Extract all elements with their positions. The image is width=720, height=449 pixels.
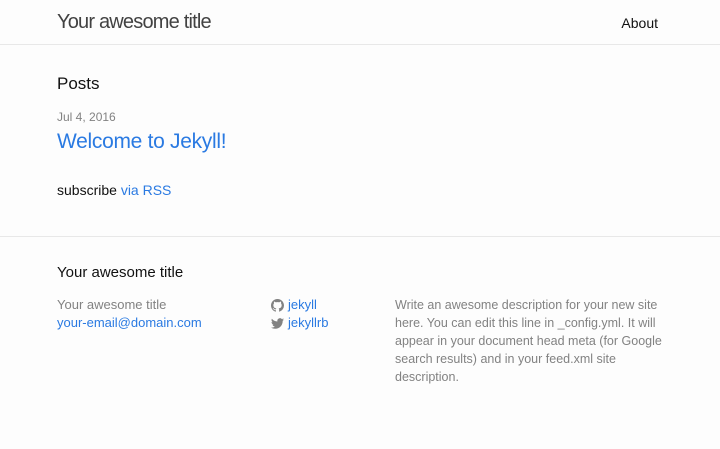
twitter-link[interactable]: jekyllrb bbox=[288, 314, 328, 332]
footer-heading: Your awesome title bbox=[57, 264, 184, 281]
rss-subscribe: subscribe via RSS bbox=[57, 181, 171, 199]
social-item-github[interactable]: jekyll bbox=[271, 296, 381, 314]
footer-social-column: jekyll jekyllrb bbox=[271, 296, 381, 332]
post-date: Jul 4, 2016 bbox=[57, 110, 116, 124]
footer-email-link[interactable]: your-email@domain.com bbox=[57, 315, 202, 330]
nav-link-about[interactable]: About bbox=[621, 14, 658, 32]
rss-link[interactable]: via RSS bbox=[121, 182, 172, 198]
post-title-link[interactable]: Welcome to Jekyll! bbox=[57, 128, 227, 156]
footer-description-column: Write an awesome description for your ne… bbox=[395, 296, 665, 386]
site-header: Your awesome title About bbox=[0, 0, 720, 45]
site-title-link[interactable]: Your awesome title bbox=[57, 9, 212, 35]
page-content: Posts Jul 4, 2016 Welcome to Jekyll! sub… bbox=[0, 45, 720, 236]
subscribe-text: subscribe bbox=[57, 182, 117, 198]
twitter-icon bbox=[271, 317, 284, 329]
social-item-twitter[interactable]: jekyllrb bbox=[271, 314, 381, 332]
site-description: Write an awesome description for your ne… bbox=[395, 298, 662, 384]
github-link[interactable]: jekyll bbox=[288, 296, 317, 314]
footer-contact-column: Your awesome title your-email@domain.com bbox=[57, 296, 257, 332]
page-heading: Posts bbox=[57, 74, 100, 93]
github-icon bbox=[271, 298, 284, 312]
site-footer: Your awesome title Your awesome title yo… bbox=[0, 236, 720, 449]
footer-site-name: Your awesome title bbox=[57, 297, 167, 312]
